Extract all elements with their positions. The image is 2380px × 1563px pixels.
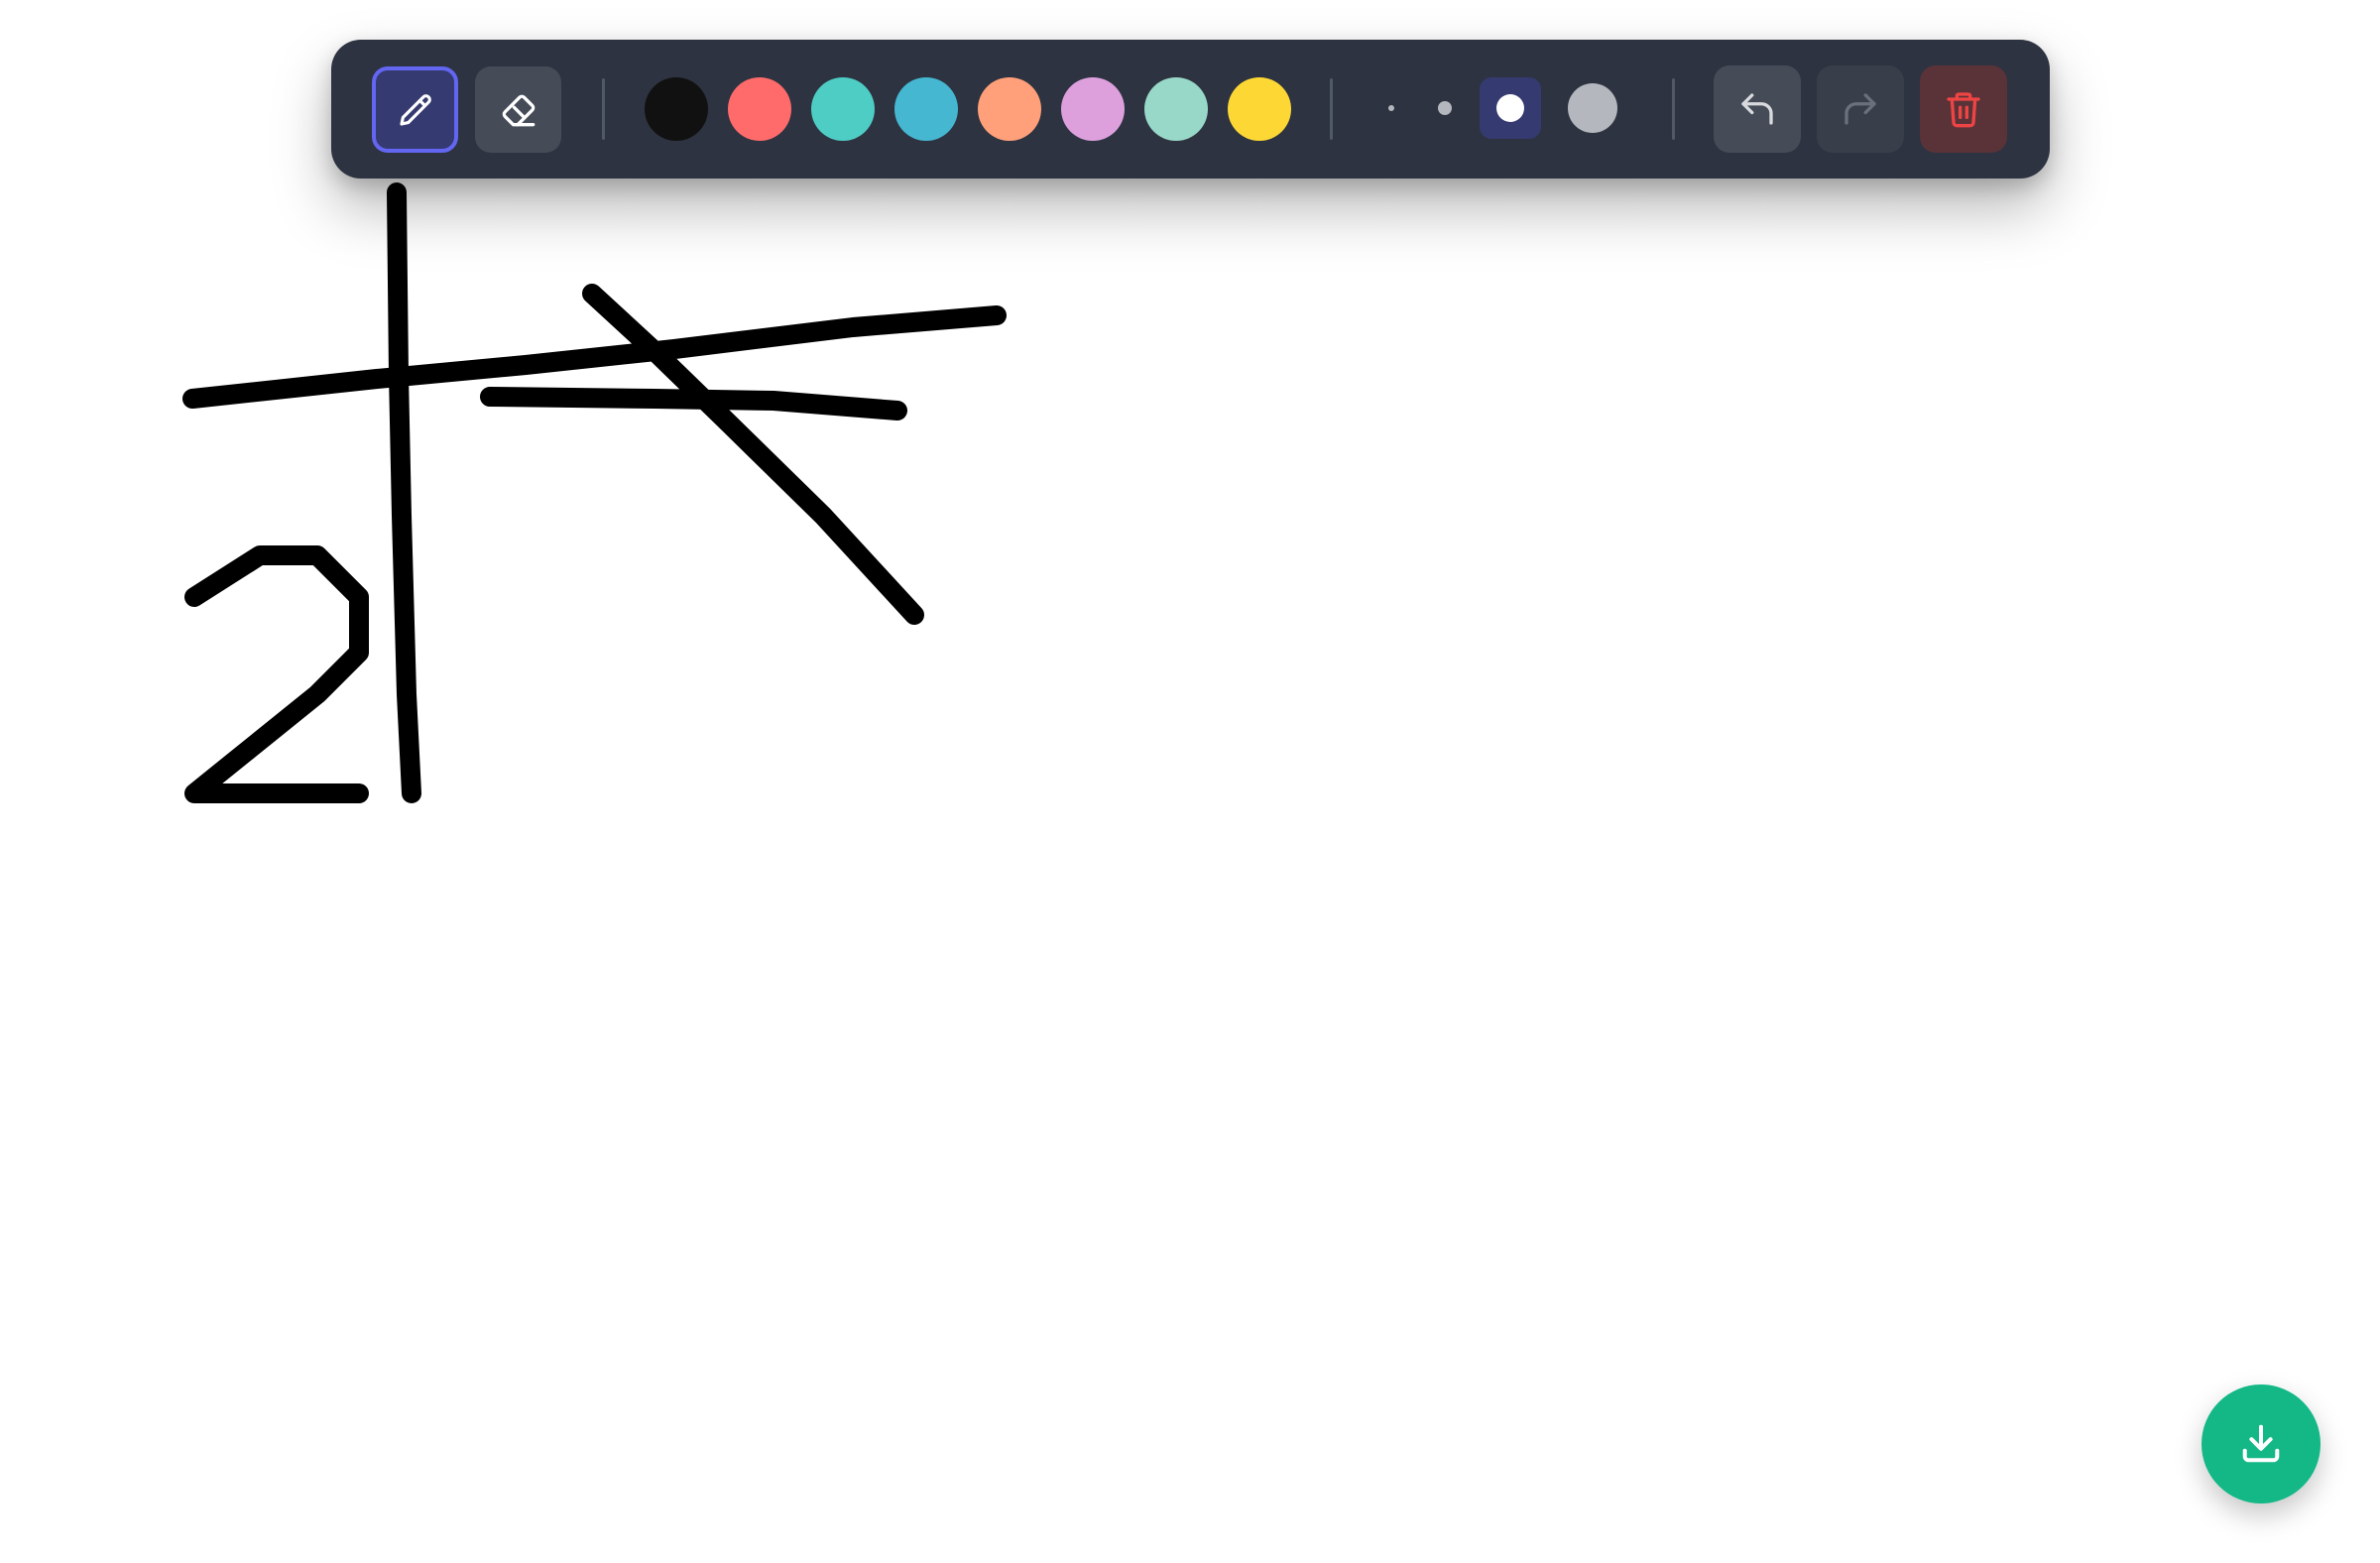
undo-icon [1741,93,1773,125]
download-icon [2242,1424,2280,1463]
color-swatch-red[interactable] [728,77,791,141]
color-swatch-plum[interactable] [1061,77,1125,141]
brush-size-large[interactable] [1562,77,1623,139]
color-swatch-blue[interactable] [894,77,958,141]
color-swatch-black[interactable] [645,77,708,141]
eraser-tool-button[interactable] [475,66,561,153]
toolbar-divider [1672,78,1675,140]
redo-button[interactable] [1817,65,1904,153]
brush-size-extra-small[interactable] [1361,77,1422,139]
toolbar [331,40,2050,179]
size-dot [1496,94,1524,122]
color-swatch-yellow[interactable] [1228,77,1291,141]
size-dot [1388,105,1394,111]
download-button[interactable] [2202,1384,2320,1503]
color-swatch-teal[interactable] [811,77,875,141]
toolbar-divider [1330,78,1333,140]
brush-size-medium[interactable] [1480,77,1541,139]
stroke [387,182,421,803]
toolbar-divider [602,78,605,140]
drawing-canvas[interactable] [0,0,2380,1563]
pencil-icon [399,93,431,126]
canvas-strokes [182,182,1007,803]
redo-icon [1844,93,1876,125]
pen-tool-button[interactable] [372,66,458,153]
stroke [182,305,1007,409]
color-swatch-orange[interactable] [978,77,1041,141]
trash-icon [1947,92,1980,128]
stroke [184,545,369,803]
size-dot [1438,101,1452,115]
brush-size-small[interactable] [1414,77,1476,139]
eraser-icon [502,94,535,126]
clear-canvas-button[interactable] [1920,65,2007,153]
undo-button[interactable] [1714,65,1801,153]
color-swatch-mint[interactable] [1144,77,1208,141]
size-dot [1568,83,1617,133]
